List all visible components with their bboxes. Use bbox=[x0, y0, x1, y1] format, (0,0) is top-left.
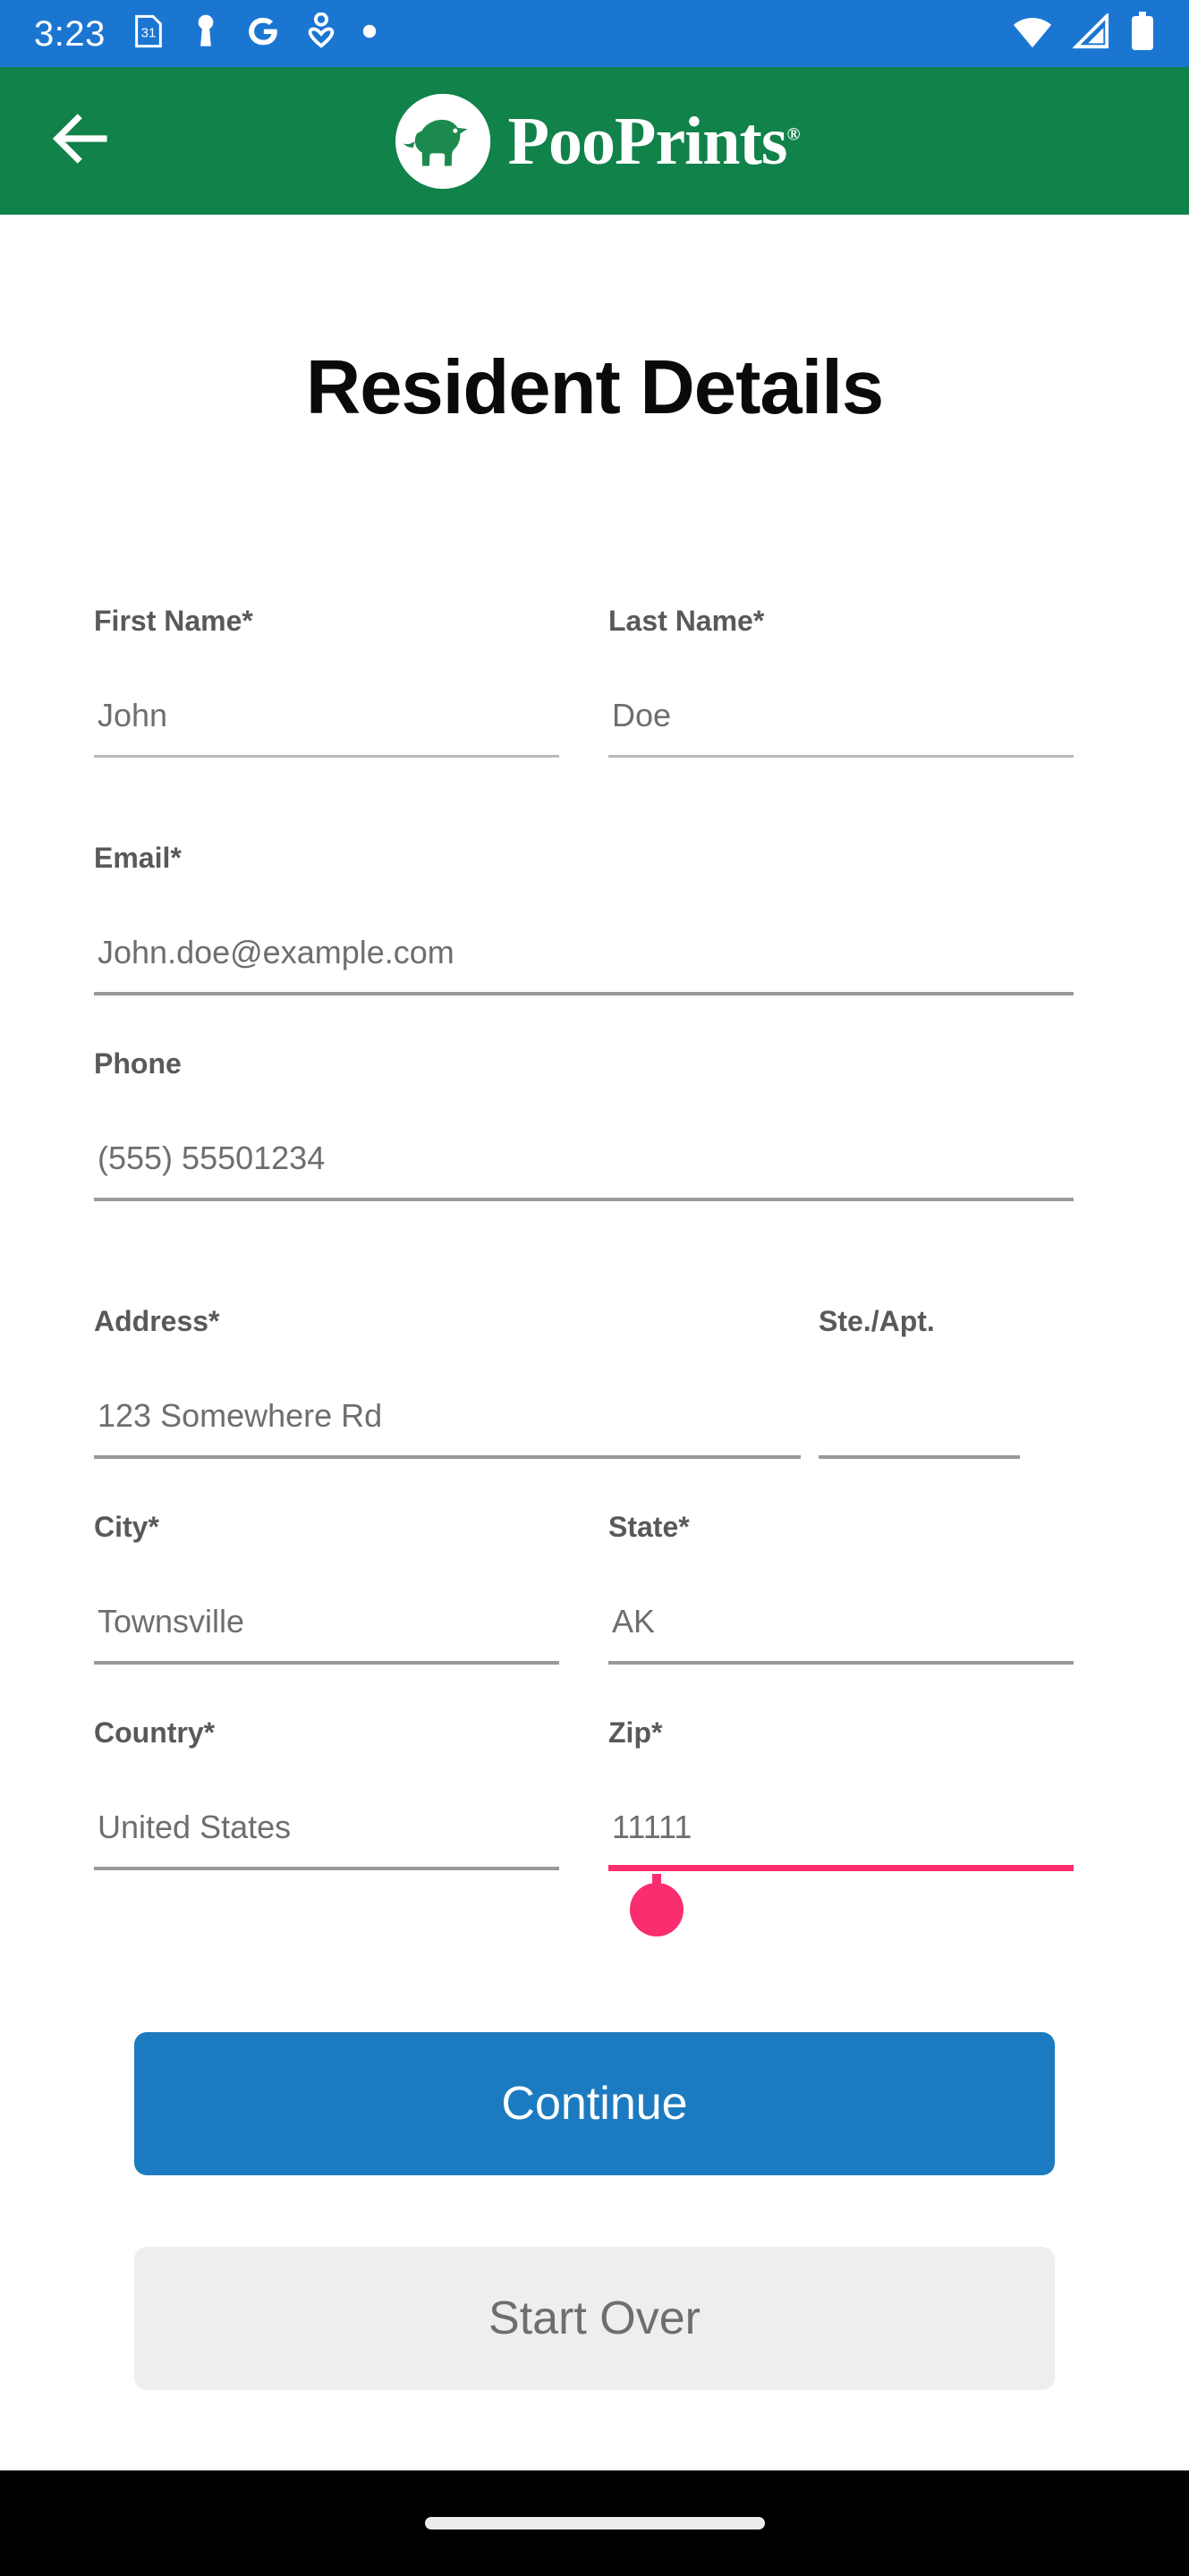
field-label-city: City* bbox=[94, 1511, 159, 1543]
field-label-first-name: First Name* bbox=[94, 605, 253, 637]
svg-text:31: 31 bbox=[141, 26, 157, 41]
status-bar: 3:23 31 bbox=[0, 0, 1189, 67]
status-bar-left: 3:23 31 bbox=[0, 12, 378, 55]
field-country[interactable]: Country* United States bbox=[94, 1718, 559, 1871]
page-content: Resident Details First Name* John Last N… bbox=[0, 215, 1189, 2390]
country-input[interactable]: United States bbox=[94, 1811, 559, 1843]
pooprints-dog-icon bbox=[390, 89, 496, 194]
form-row-name: First Name* John Last Name* Doe bbox=[94, 606, 1095, 758]
address-input[interactable]: 123 Somewhere Rd bbox=[94, 1400, 819, 1432]
gesture-home-handle[interactable] bbox=[424, 2517, 765, 2529]
google-g-icon bbox=[245, 13, 281, 54]
form-row-email: Email* John.doe@example.com bbox=[94, 843, 1095, 996]
zip-active-underline bbox=[608, 1865, 1074, 1871]
status-bar-clock: 3:23 bbox=[34, 13, 106, 54]
address-underline bbox=[94, 1455, 801, 1459]
phone-input[interactable]: (555) 55501234 bbox=[94, 1142, 1074, 1174]
city-underline bbox=[94, 1661, 559, 1665]
first-name-input[interactable]: John bbox=[94, 699, 559, 732]
battery-icon bbox=[1130, 12, 1155, 55]
start-over-button[interactable]: Start Over bbox=[134, 2247, 1055, 2390]
app-logo-text: PooPrints bbox=[507, 103, 788, 179]
field-ste-apt[interactable]: Ste./Apt. bbox=[819, 1307, 1091, 1459]
field-phone[interactable]: Phone (555) 55501234 bbox=[94, 1049, 1074, 1201]
last-name-underline bbox=[608, 755, 1074, 758]
page-title: Resident Details bbox=[305, 345, 884, 430]
action-buttons: Continue Start Over bbox=[0, 2032, 1189, 2390]
form-row-city-state: City* Townsville State* AK bbox=[94, 1513, 1095, 1665]
field-label-last-name: Last Name* bbox=[608, 605, 765, 637]
back-button[interactable] bbox=[27, 88, 134, 195]
city-input[interactable]: Townsville bbox=[94, 1606, 559, 1638]
zip-input[interactable]: 11111 bbox=[608, 1811, 1074, 1843]
back-arrow-icon bbox=[46, 104, 115, 178]
form-row-phone: Phone (555) 55501234 bbox=[94, 1049, 1095, 1201]
system-navigation-bar bbox=[0, 2470, 1189, 2576]
app-logo[interactable]: PooPrints® bbox=[390, 89, 800, 194]
country-underline bbox=[94, 1867, 559, 1870]
field-label-state: State* bbox=[608, 1511, 690, 1543]
app-bar: PooPrints® bbox=[0, 67, 1189, 215]
last-name-input[interactable]: Doe bbox=[608, 699, 1074, 732]
state-underline bbox=[608, 1661, 1074, 1665]
form-row-country-zip: Country* United States Zip* 11111 bbox=[94, 1716, 1095, 1936]
ste-apt-underline bbox=[819, 1455, 1020, 1459]
field-label-phone: Phone bbox=[94, 1047, 182, 1080]
field-state[interactable]: State* AK bbox=[608, 1513, 1074, 1665]
dot-icon bbox=[361, 23, 378, 44]
cellular-signal-icon bbox=[1072, 12, 1110, 54]
state-input[interactable]: AK bbox=[608, 1606, 1074, 1638]
status-bar-right bbox=[1012, 12, 1189, 55]
email-underline bbox=[94, 992, 1074, 996]
field-label-address: Address* bbox=[94, 1305, 220, 1337]
field-label-zip: Zip* bbox=[608, 1716, 663, 1749]
form-row-address: Address* 123 Somewhere Rd Ste./Apt. bbox=[94, 1307, 1095, 1459]
app-screen: 3:23 31 PooPrints® Resident Details Firs… bbox=[0, 0, 1189, 2576]
field-zip[interactable]: Zip* 11111 bbox=[608, 1716, 1074, 1936]
field-first-name[interactable]: First Name* John bbox=[94, 606, 559, 758]
resident-details-form: First Name* John Last Name* Doe Email* J… bbox=[0, 606, 1189, 1936]
email-input[interactable]: John.doe@example.com bbox=[94, 936, 1074, 969]
heart-person-icon bbox=[306, 12, 336, 55]
field-city[interactable]: City* Townsville bbox=[94, 1513, 559, 1665]
field-label-country: Country* bbox=[94, 1716, 216, 1749]
calendar-31-icon: 31 bbox=[131, 13, 166, 54]
field-address[interactable]: Address* 123 Somewhere Rd bbox=[94, 1307, 819, 1459]
continue-button[interactable]: Continue bbox=[134, 2032, 1055, 2175]
wifi-icon bbox=[1012, 13, 1053, 54]
trademark-symbol: ® bbox=[786, 124, 800, 145]
phone-underline bbox=[94, 1198, 1074, 1201]
ste-apt-input[interactable] bbox=[819, 1400, 1091, 1432]
field-email[interactable]: Email* John.doe@example.com bbox=[94, 843, 1074, 996]
text-selection-handle[interactable] bbox=[630, 1883, 684, 1936]
field-last-name[interactable]: Last Name* Doe bbox=[608, 606, 1074, 758]
field-label-email: Email* bbox=[94, 842, 182, 874]
first-name-underline bbox=[94, 755, 559, 758]
keyhole-pin-icon bbox=[191, 13, 220, 54]
field-label-ste-apt: Ste./Apt. bbox=[819, 1305, 935, 1337]
